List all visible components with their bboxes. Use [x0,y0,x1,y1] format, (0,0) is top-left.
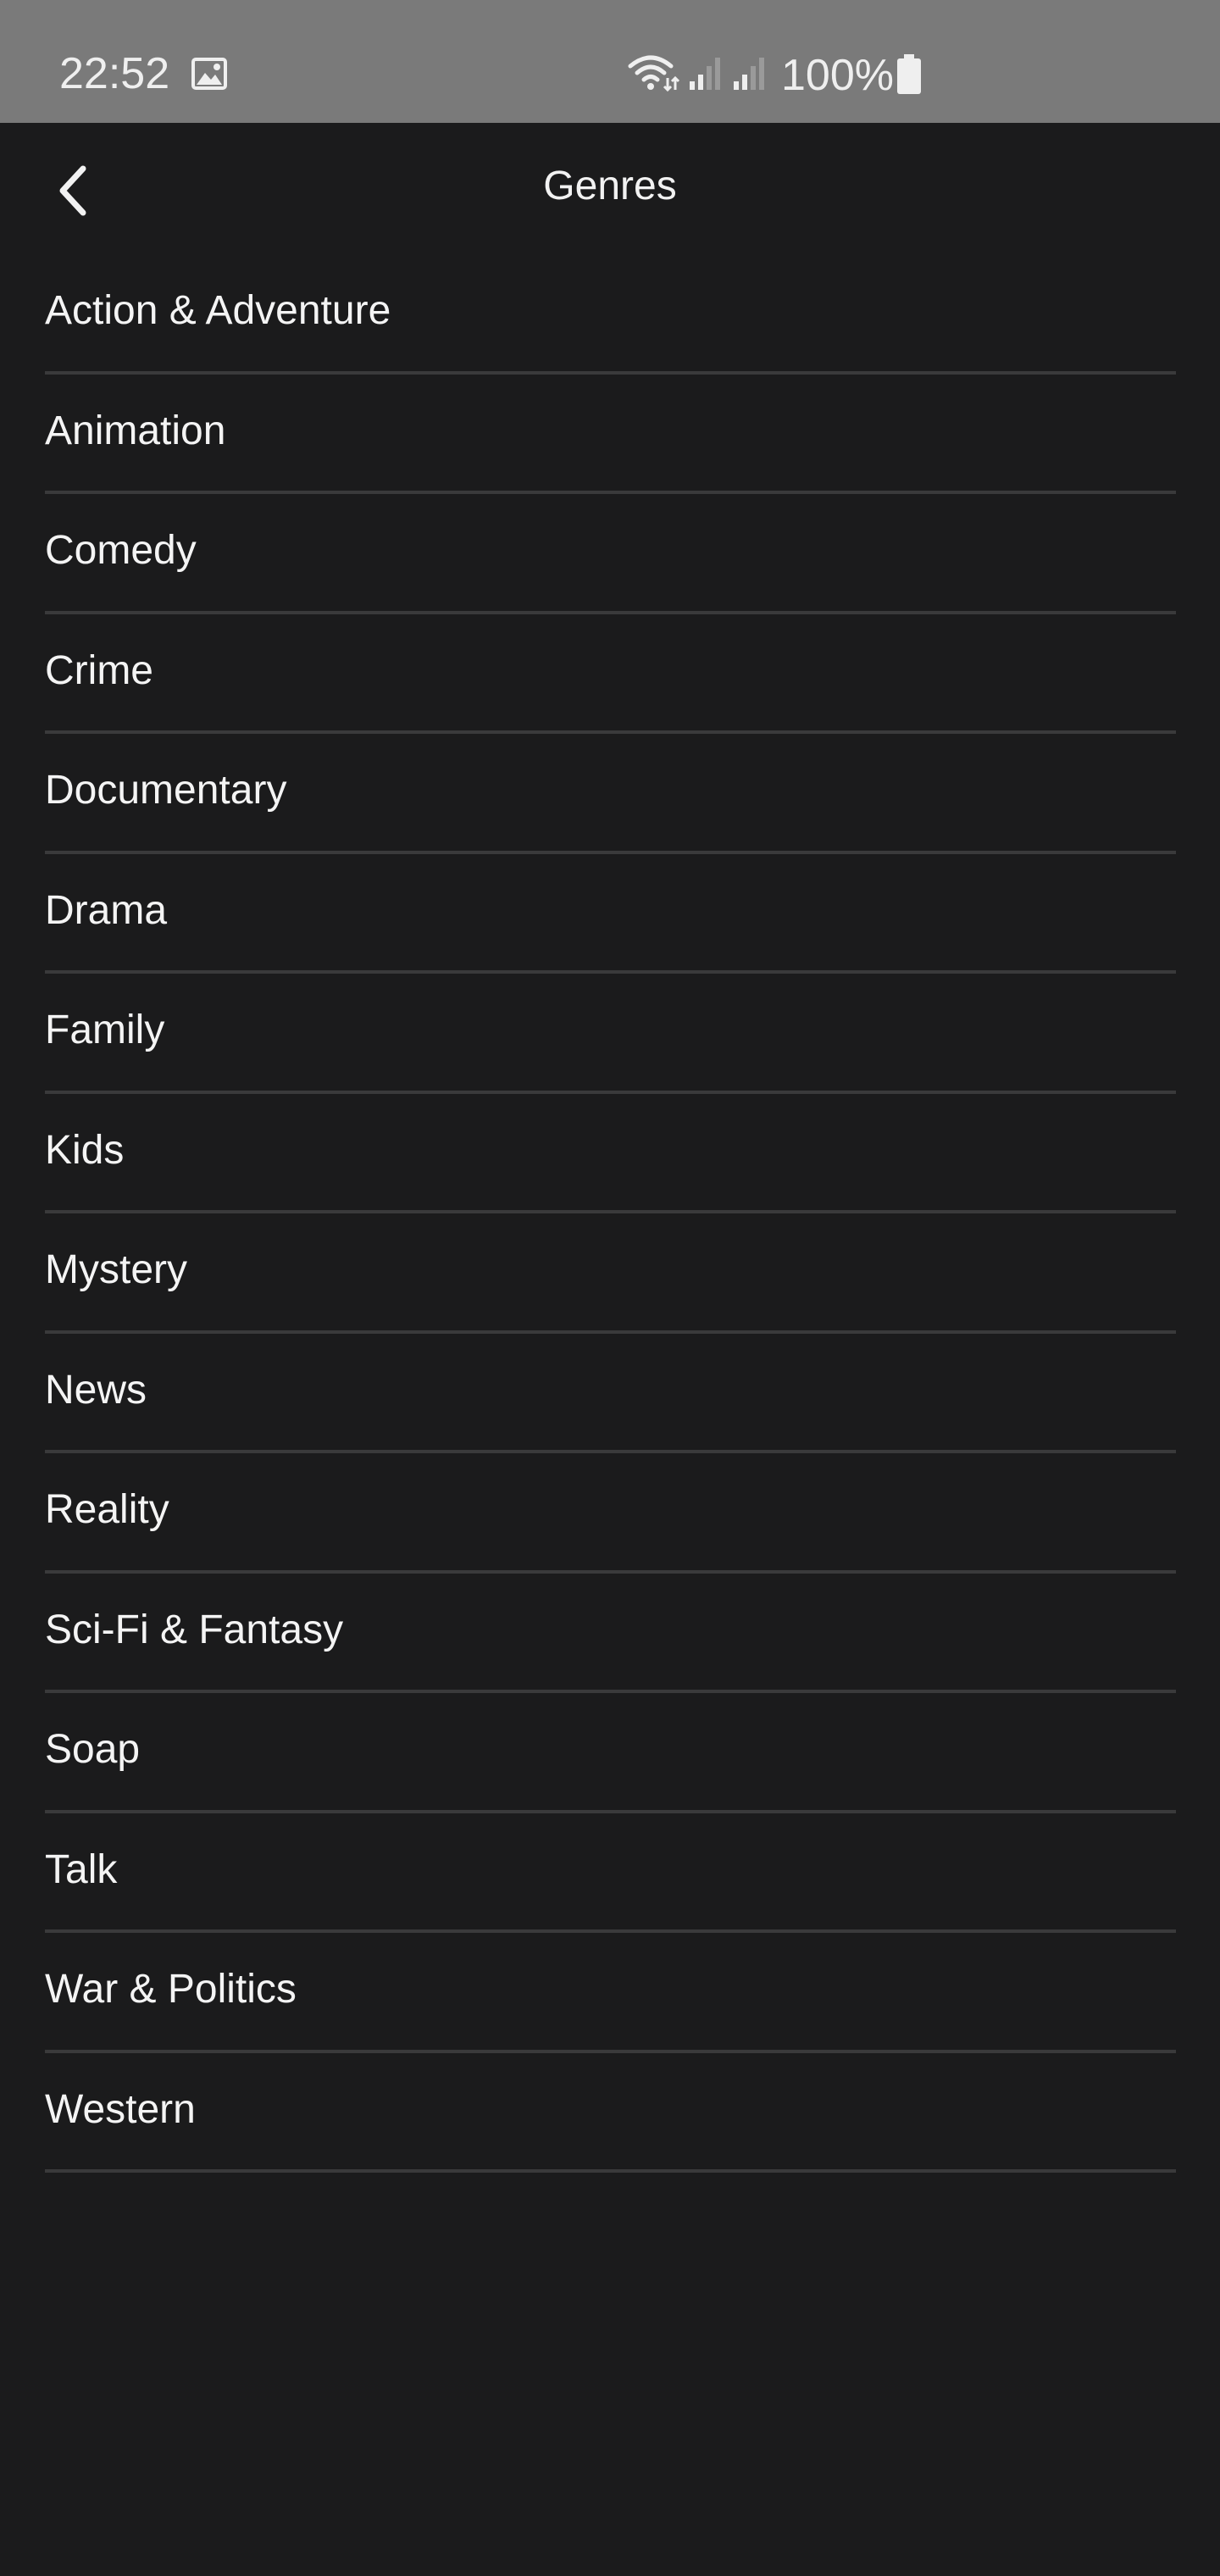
genre-label: Sci-Fi & Fantasy [45,1607,344,1652]
genre-item[interactable]: Western [45,2053,1176,2173]
genre-label: Western [45,2086,196,2132]
genre-label: Kids [45,1127,125,1173]
battery-percentage: 100% [781,51,894,100]
status-time: 22:52 [59,49,170,98]
genre-label: War & Politics [45,1967,297,2012]
genre-item[interactable]: Soap [45,1693,1176,1813]
genre-label: Action & Adventure [45,288,391,334]
genre-list: Action & Adventure Animation Comedy Crim… [45,254,1176,2173]
page-title: Genres [543,164,677,208]
genre-item[interactable]: Documentary [45,734,1176,854]
wifi-icon [628,55,679,92]
genre-item[interactable]: Comedy [45,494,1176,614]
gallery-icon [191,58,227,90]
genre-item[interactable]: Sci-Fi & Fantasy [45,1574,1176,1693]
genre-label: Drama [45,887,168,933]
genre-label: Talk [45,1846,118,1892]
genre-item[interactable]: Drama [45,854,1176,974]
genre-label: Family [45,1008,165,1053]
genre-label: Mystery [45,1247,187,1293]
genre-item[interactable]: War & Politics [45,1933,1176,2053]
genre-item[interactable]: News [45,1334,1176,1453]
genre-item[interactable]: Kids [45,1094,1176,1213]
genre-item[interactable]: Action & Adventure [45,254,1176,375]
app-header: Genres [0,123,1220,258]
signal-icon [690,58,720,90]
genre-label: Animation [45,408,226,453]
genre-label: Crime [45,647,153,693]
genre-item[interactable]: Family [45,974,1176,1094]
genre-item[interactable]: Animation [45,375,1176,494]
genre-label: Comedy [45,528,197,574]
genre-item[interactable]: Crime [45,614,1176,734]
genre-item[interactable]: Talk [45,1813,1176,1933]
genre-item[interactable]: Mystery [45,1213,1176,1334]
genre-label: News [45,1367,147,1413]
battery-icon [897,54,921,94]
signal-icon [734,58,764,90]
status-bar: 22:52 100% [0,0,1220,123]
genre-label: Documentary [45,768,287,813]
genre-item[interactable]: Reality [45,1453,1176,1574]
genre-label: Reality [45,1487,169,1533]
genre-label: Soap [45,1727,141,1773]
